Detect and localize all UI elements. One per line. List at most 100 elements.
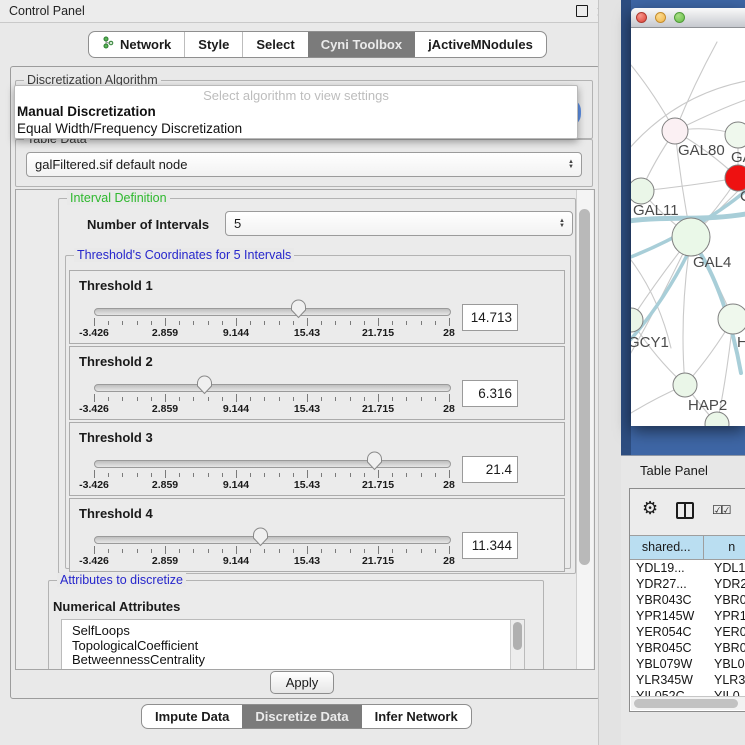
network-node[interactable] xyxy=(673,373,697,397)
network-node[interactable] xyxy=(662,118,688,144)
threshold-slider-track[interactable] xyxy=(94,384,451,392)
numerical-attributes-list[interactable]: SelfLoopsTopologicalCoefficientBetweenne… xyxy=(61,619,525,670)
attributes-scrollbar[interactable] xyxy=(510,620,524,670)
tab-select[interactable]: Select xyxy=(242,32,307,57)
tick-mark xyxy=(364,473,365,477)
table-row[interactable]: YLR345WYLR3 xyxy=(630,672,745,688)
table-row[interactable]: YER054CYER0 xyxy=(630,624,745,640)
threshold-slider-track[interactable] xyxy=(94,308,451,316)
threshold-value-input[interactable]: 11.344 xyxy=(462,532,518,559)
gear-icon[interactable]: ⚙ xyxy=(642,498,658,519)
attribute-topologicalcoefficient[interactable]: TopologicalCoefficient xyxy=(62,639,524,654)
tick-mark xyxy=(364,397,365,401)
tab-infer-network[interactable]: Infer Network xyxy=(362,705,471,728)
threshold-slider-thumb[interactable] xyxy=(252,527,269,547)
network-node[interactable] xyxy=(631,178,654,204)
network-edge[interactable] xyxy=(675,42,717,131)
slider-ticks xyxy=(94,546,449,554)
attribute-selfloops[interactable]: SelfLoops xyxy=(62,620,524,639)
threshold-value-input[interactable]: 14.713 xyxy=(462,304,518,331)
attributes-scrollbar-thumb[interactable] xyxy=(513,622,522,650)
option-equal-width-frequency-discretization[interactable]: Equal Width/Frequency Discretization xyxy=(15,121,577,138)
split-columns-icon[interactable] xyxy=(676,502,694,519)
spinner-arrows-icon[interactable]: ▲▼ xyxy=(568,153,574,176)
tab-cyni-toolbox[interactable]: Cyni Toolbox xyxy=(308,32,415,57)
tick-mark xyxy=(137,473,138,477)
slider-ticks xyxy=(94,318,449,326)
tick-mark xyxy=(151,549,152,553)
network-canvas[interactable]: GAL80GACGAL11GAL4GCY1HHAP2 xyxy=(631,28,745,426)
tab-style[interactable]: Style xyxy=(184,32,242,57)
checkbox-icons[interactable]: ☑☑ xyxy=(712,503,730,517)
threshold-slider-thumb[interactable] xyxy=(366,451,383,471)
option-manual-discretization[interactable]: Manual Discretization xyxy=(15,104,577,121)
threshold-slider-thumb[interactable] xyxy=(290,299,307,319)
node-label-gcy1: GCY1 xyxy=(631,334,669,351)
panel-scrollbar-thumb[interactable] xyxy=(579,209,590,565)
tick-mark xyxy=(193,473,194,477)
number-of-intervals-label: Number of Intervals xyxy=(87,217,209,232)
float-window-icon[interactable] xyxy=(576,5,588,17)
attribute-betweennesscentrality[interactable]: BetweennessCentrality xyxy=(62,653,524,668)
network-node[interactable] xyxy=(725,122,745,148)
tick-mark xyxy=(449,394,450,402)
tick-label: 9.144 xyxy=(223,327,249,339)
table-horizontal-scrollbar[interactable] xyxy=(631,696,745,710)
tick-mark xyxy=(350,321,351,325)
number-of-intervals-value: 5 xyxy=(234,216,241,231)
interval-definition-label: Interval Definition xyxy=(67,191,170,205)
minimize-button[interactable] xyxy=(655,12,666,23)
threshold-panel-4: Threshold 4-3.4262.8599.14415.4321.71528… xyxy=(69,498,565,572)
table-hscroll-thumb[interactable] xyxy=(634,699,738,708)
table-row[interactable]: YDL19...YDL1 xyxy=(630,560,745,576)
dropdown-hint: Select algorithm to view settings xyxy=(15,86,577,104)
tick-mark xyxy=(378,470,379,478)
table-row[interactable]: YPR145WYPR1 xyxy=(630,608,745,624)
panel-scrollbar[interactable] xyxy=(576,190,593,669)
table-row[interactable]: YBR043CYBR0 xyxy=(630,592,745,608)
table-row[interactable]: YDR27...YDR2 xyxy=(630,576,745,592)
algorithm-dropdown-popup: Select algorithm to view settings Manual… xyxy=(14,85,578,139)
tick-label: 21.715 xyxy=(362,479,394,491)
threshold-label: Threshold 4 xyxy=(79,506,153,521)
tick-label: 28 xyxy=(443,479,455,491)
network-edge[interactable] xyxy=(641,178,738,191)
node-label-gal11: GAL11 xyxy=(633,202,679,219)
threshold-value-input[interactable]: 21.4 xyxy=(462,456,518,483)
apply-button[interactable]: Apply xyxy=(270,671,334,694)
network-edge-highlighted[interactable] xyxy=(631,243,693,348)
table-row[interactable]: YBL079WYBL0 xyxy=(630,656,745,672)
network-node[interactable] xyxy=(718,304,745,334)
tick-mark xyxy=(406,473,407,477)
column-header-shared-name[interactable]: shared... xyxy=(630,536,704,559)
threshold-slider-thumb[interactable] xyxy=(196,375,213,395)
column-header-name[interactable]: n xyxy=(704,536,745,559)
tick-mark xyxy=(335,397,336,401)
table-row[interactable]: YBR045CYBR0 xyxy=(630,640,745,656)
threshold-slider-track[interactable] xyxy=(94,460,451,468)
table-data-combobox[interactable]: galFiltered.sif default node ▲▼ xyxy=(26,152,582,177)
zoom-button[interactable] xyxy=(674,12,685,23)
number-of-intervals-combobox[interactable]: 5 ▲▼ xyxy=(225,211,573,236)
tick-mark xyxy=(293,397,294,401)
tick-mark xyxy=(151,321,152,325)
panel-divider[interactable] xyxy=(598,0,622,745)
tab-impute-data[interactable]: Impute Data xyxy=(142,705,242,728)
tick-mark xyxy=(179,321,180,325)
network-node[interactable] xyxy=(672,218,710,256)
threshold-slider-track[interactable] xyxy=(94,536,451,544)
tick-label: 2.859 xyxy=(152,555,178,567)
table-panel: Table Panel ⚙ ☑☑ shared... n YDL19...YDL… xyxy=(621,455,745,745)
tab-discretize-data[interactable]: Discretize Data xyxy=(242,705,361,728)
threshold-value-input[interactable]: 6.316 xyxy=(462,380,518,407)
tab-jactivemnodules[interactable]: jActiveMNodules xyxy=(415,32,546,57)
tab-label: jActiveMNodules xyxy=(428,32,533,57)
network-graph[interactable]: GAL80GACGAL11GAL4GCY1HHAP2 xyxy=(631,28,745,426)
close-button[interactable] xyxy=(636,12,647,23)
table-panel-title: Table Panel xyxy=(640,463,708,478)
spinner-arrows-icon[interactable]: ▲▼ xyxy=(559,212,565,235)
network-window-titlebar[interactable] xyxy=(631,8,745,28)
tab-network[interactable]: Network xyxy=(89,32,184,57)
tick-mark xyxy=(165,318,166,326)
tick-mark xyxy=(208,397,209,401)
